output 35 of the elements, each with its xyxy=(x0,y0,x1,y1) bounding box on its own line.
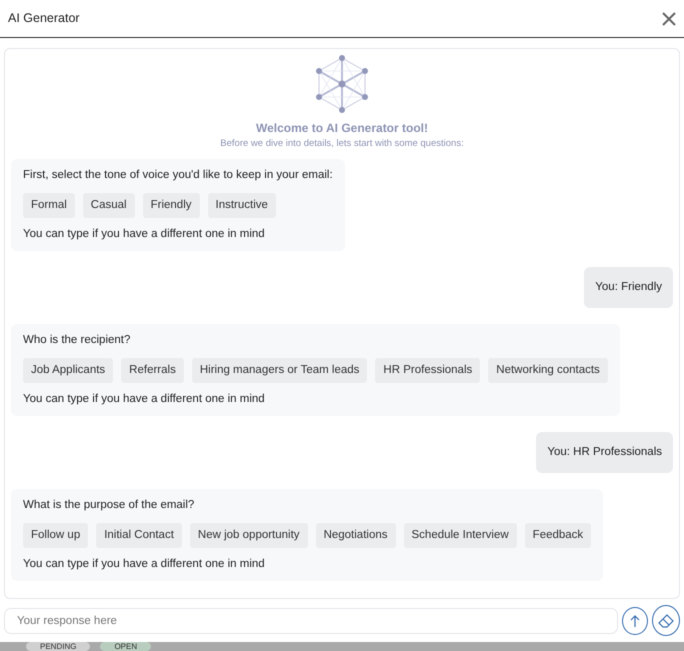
response-input-field[interactable]: Your response here xyxy=(4,608,618,634)
option-chip[interactable]: Casual xyxy=(82,192,135,218)
option-chip[interactable]: Initial Contact xyxy=(96,522,182,548)
question-text: Who is the recipient? xyxy=(23,333,132,348)
question-text: First, select the tone of voice you'd like to keep in your email: xyxy=(23,168,333,184)
option-chip[interactable]: Networking contacts xyxy=(488,358,608,383)
option-chip[interactable]: Feedback xyxy=(524,522,592,548)
question-text: What is the purpose of the email? xyxy=(23,498,196,514)
option-chip[interactable]: HR Professionals xyxy=(375,358,480,383)
welcome-title: Welcome to AI Generator tool! xyxy=(256,120,428,137)
option-chip[interactable]: Instructive xyxy=(208,192,276,218)
eraser-icon xyxy=(658,614,674,628)
user-message: You: Friendly xyxy=(584,267,673,308)
option-chip[interactable]: Friendly xyxy=(142,192,200,218)
option-chip[interactable]: Follow up xyxy=(23,522,88,548)
option-chip[interactable]: Formal xyxy=(23,192,75,218)
status-badge: PENDING xyxy=(26,642,90,651)
welcome-subtitle: Before we dive into details, lets start with some questions: xyxy=(220,137,464,151)
option-chip[interactable]: Job Applicants xyxy=(23,358,114,383)
option-chip[interactable]: Referrals xyxy=(121,358,184,383)
hint-text: You can type if you have a different one in mind xyxy=(23,226,266,242)
clear-button[interactable] xyxy=(652,605,680,636)
hint-text: You can type if you have a different one in mind xyxy=(23,392,266,407)
option-chip[interactable]: Schedule Interview xyxy=(404,522,517,548)
option-chip[interactable]: New job opportunity xyxy=(190,522,308,548)
send-button[interactable] xyxy=(622,606,648,634)
window-title: AI Generator xyxy=(8,10,80,28)
hint-text: You can type if you have a different one in mind xyxy=(23,556,266,572)
close-icon[interactable] xyxy=(662,12,676,26)
up-arrow-icon xyxy=(629,614,641,628)
hexagon-network-icon xyxy=(313,55,371,113)
status-badge: OPEN xyxy=(100,642,152,651)
user-message: You: HR Professionals xyxy=(536,432,673,474)
option-chip[interactable]: Hiring managers or Team leads xyxy=(192,358,368,383)
option-chip[interactable]: Negotiations xyxy=(316,522,396,548)
